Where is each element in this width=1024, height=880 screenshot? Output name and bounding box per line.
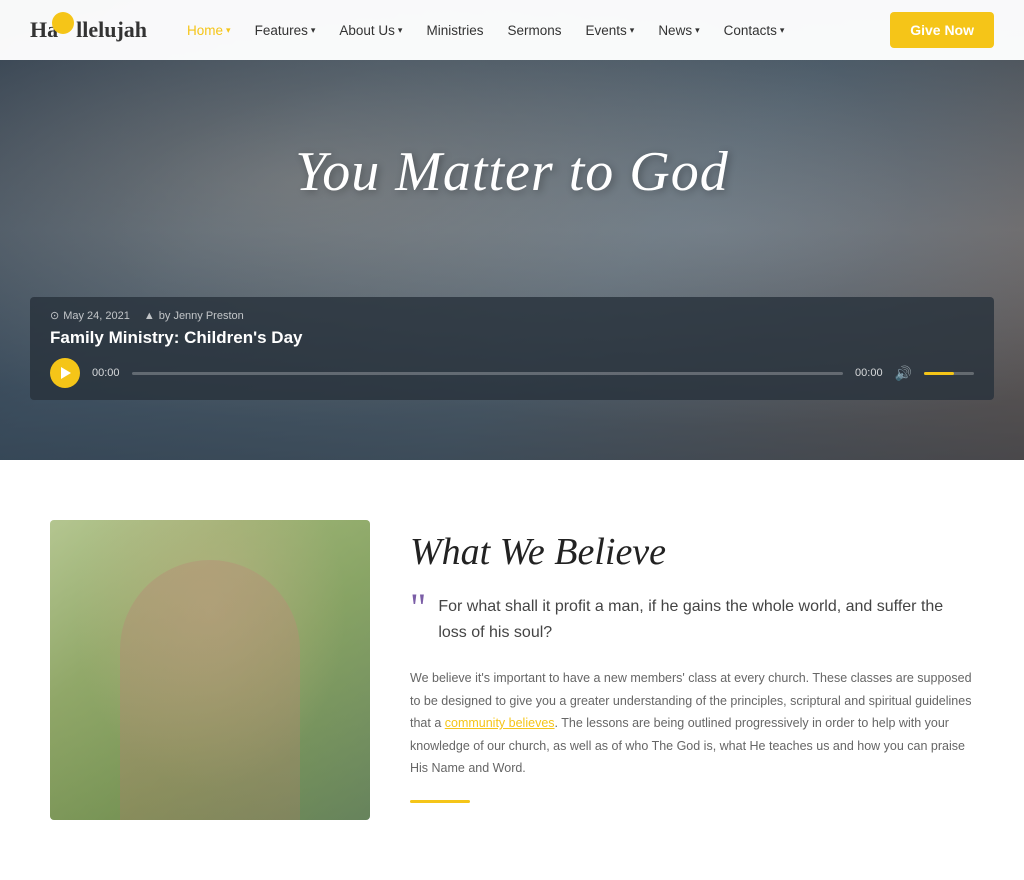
nav-news[interactable]: News ▾ (648, 0, 709, 60)
nav-news-arrow: ▾ (695, 25, 700, 36)
community-link[interactable]: community believes (445, 716, 555, 730)
nav-ministries-label: Ministries (426, 23, 483, 38)
clock-icon: ⊙ (50, 309, 59, 322)
hero-author: ▲ by Jenny Preston (144, 310, 244, 322)
volume-icon: 🔊 (895, 365, 912, 382)
nav-home[interactable]: Home ▾ (177, 0, 241, 60)
believe-title: What We Believe (410, 530, 974, 574)
nav-events-arrow: ▾ (630, 25, 635, 36)
believe-content: What We Believe " For what shall it prof… (410, 520, 974, 803)
nav-features-label: Features (255, 23, 308, 38)
play-button[interactable] (50, 358, 80, 388)
time-current: 00:00 (92, 367, 120, 379)
volume-fill (924, 372, 954, 375)
quote-block: " For what shall it profit a man, if he … (410, 594, 974, 645)
believe-image (50, 520, 370, 820)
quote-text: For what shall it profit a man, if he ga… (438, 594, 974, 645)
person-silhouette (120, 560, 300, 820)
logo[interactable]: Hallelujah (30, 17, 147, 43)
nav-home-label: Home (187, 23, 223, 38)
nav-about-label: About Us (339, 23, 395, 38)
person-icon: ▲ (144, 310, 155, 322)
sermon-author: by Jenny Preston (159, 310, 244, 322)
nav-events[interactable]: Events ▾ (576, 0, 645, 60)
nav-about[interactable]: About Us ▾ (329, 0, 412, 60)
hero-player-bar: ⊙ May 24, 2021 ▲ by Jenny Preston Family… (30, 297, 994, 400)
nav-ministries[interactable]: Ministries (416, 0, 493, 60)
hero-date: ⊙ May 24, 2021 (50, 309, 130, 322)
sermon-date: May 24, 2021 (63, 310, 130, 322)
hero-meta: ⊙ May 24, 2021 ▲ by Jenny Preston (50, 309, 974, 322)
progress-bar[interactable] (132, 372, 844, 375)
believe-section: What We Believe " For what shall it prof… (0, 460, 1024, 880)
section-divider (410, 800, 470, 803)
nav-contacts-label: Contacts (724, 23, 777, 38)
time-total: 00:00 (855, 367, 883, 379)
nav-sermons-label: Sermons (507, 23, 561, 38)
nav-features[interactable]: Features ▾ (245, 0, 326, 60)
nav-news-label: News (658, 23, 692, 38)
nav-features-arrow: ▾ (311, 25, 316, 36)
hero-section: You Matter to God ⊙ May 24, 2021 ▲ by Je… (0, 0, 1024, 460)
nav-contacts[interactable]: Contacts ▾ (714, 0, 795, 60)
believe-body: We believe it's important to have a new … (410, 667, 974, 780)
sermon-title: Family Ministry: Children's Day (50, 328, 974, 348)
nav-contacts-arrow: ▾ (780, 25, 785, 36)
quote-mark-icon: " (410, 588, 426, 628)
nav-about-arrow: ▾ (398, 25, 403, 36)
nav-home-arrow: ▾ (226, 25, 231, 36)
hero-title: You Matter to God (0, 140, 1024, 204)
nav-sermons[interactable]: Sermons (497, 0, 571, 60)
player-controls: 00:00 00:00 🔊 (50, 358, 974, 388)
navbar: Hallelujah Home ▾ Features ▾ About Us ▾ … (0, 0, 1024, 60)
nav-links: Home ▾ Features ▾ About Us ▾ Ministries … (177, 0, 890, 60)
give-button[interactable]: Give Now (890, 12, 994, 48)
nav-events-label: Events (586, 23, 627, 38)
volume-bar[interactable] (924, 372, 974, 375)
